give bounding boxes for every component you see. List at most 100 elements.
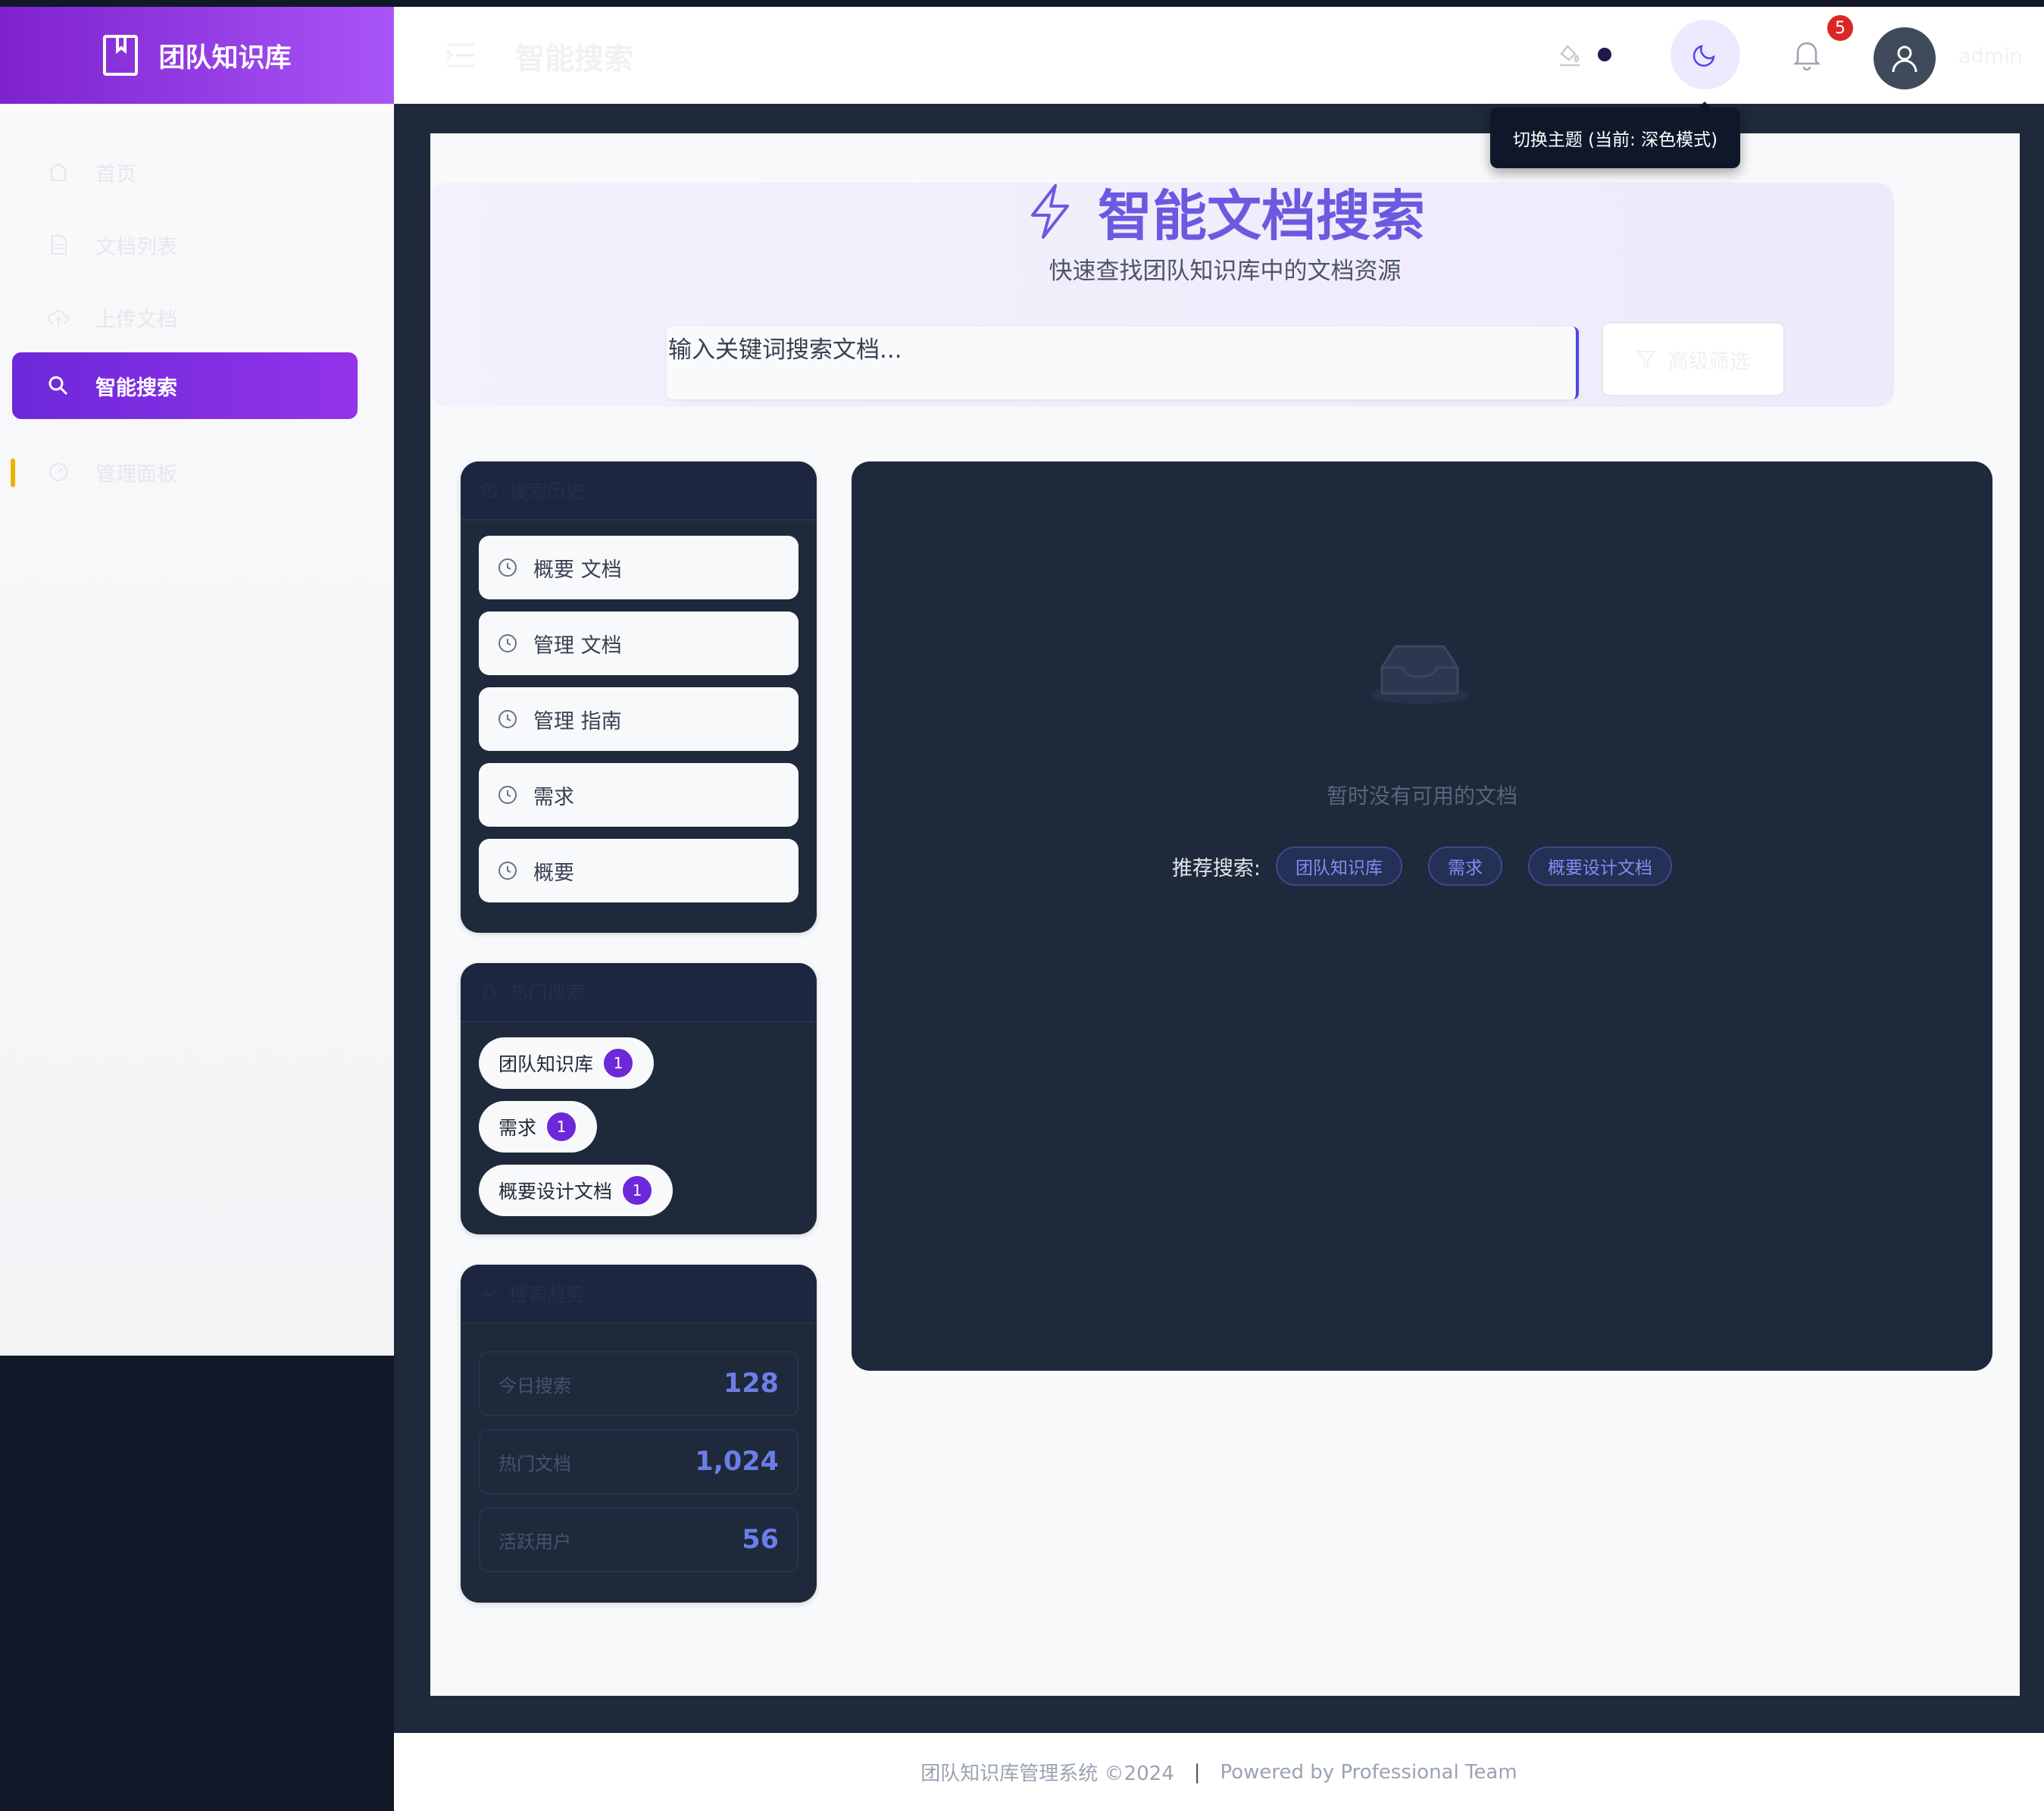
search-input[interactable] bbox=[667, 327, 1568, 399]
window-top-strip bbox=[0, 0, 2044, 7]
sidebar-item-label: 首页 bbox=[95, 162, 136, 186]
clock-icon bbox=[498, 710, 517, 728]
hot-search-label: 团队知识库 bbox=[498, 1053, 594, 1075]
footer-copyright: 团队知识库管理系统 ©2024 bbox=[920, 1763, 1174, 1785]
stat-value: 128 bbox=[723, 1368, 779, 1399]
trend-icon bbox=[481, 1288, 498, 1299]
panel-title: 搜索趋势 bbox=[509, 1284, 586, 1306]
history-label: 需求 bbox=[533, 785, 574, 809]
recommended-searches: 推荐搜索: 团队知识库 需求 概要设计文档 bbox=[852, 846, 1992, 886]
top-header: 智能搜索 5 admin bbox=[394, 7, 2044, 104]
history-icon bbox=[482, 483, 497, 498]
sidebar-item-label: 上传文档 bbox=[95, 308, 177, 332]
history-label: 概要 bbox=[533, 861, 574, 885]
stat-row: 热门文档 1,024 bbox=[479, 1429, 799, 1494]
search-icon bbox=[48, 376, 68, 396]
history-label: 概要 文档 bbox=[533, 558, 622, 582]
panel-title: 热门搜索 bbox=[509, 982, 586, 1004]
sidebar-item-home[interactable]: 首页 bbox=[12, 139, 358, 205]
history-item[interactable]: 需求 bbox=[479, 763, 799, 827]
menu-fold-icon[interactable] bbox=[445, 42, 476, 69]
theme-tooltip: 切换主题 (当前: 深色模式) bbox=[1490, 108, 1740, 168]
footer-powered: Powered by Professional Team bbox=[1220, 1760, 1517, 1784]
sidebar-item-label: 智能搜索 bbox=[95, 376, 177, 400]
hot-search-count: 1 bbox=[602, 1047, 635, 1079]
page-title: 智能搜索 bbox=[515, 42, 634, 77]
stat-label: 热门文档 bbox=[498, 1453, 571, 1475]
clock-icon bbox=[498, 862, 517, 880]
history-item[interactable]: 概要 文档 bbox=[479, 536, 799, 599]
theme-toggle-button[interactable] bbox=[1671, 20, 1740, 89]
hot-search-count: 1 bbox=[621, 1174, 654, 1206]
user-icon bbox=[1892, 45, 1917, 73]
recommend-tag[interactable]: 概要设计文档 bbox=[1528, 846, 1673, 886]
hot-search-tag[interactable]: 团队知识库 1 bbox=[479, 1037, 655, 1089]
hot-search-tag[interactable]: 需求 1 bbox=[479, 1101, 598, 1153]
empty-inbox-icon bbox=[1371, 645, 1468, 704]
lightning-icon bbox=[1030, 183, 1069, 239]
document-icon bbox=[52, 235, 67, 255]
sidebar: 团队知识库 首页 文档列表 上传文档 智能搜索 管理面板 bbox=[0, 7, 394, 1356]
paint-bucket-icon[interactable] bbox=[1557, 42, 1583, 67]
sidebar-item-search[interactable]: 智能搜索 bbox=[12, 352, 358, 419]
username[interactable]: admin bbox=[1958, 45, 2023, 68]
search-box bbox=[667, 327, 1579, 399]
brand-header[interactable]: 团队知识库 bbox=[0, 7, 394, 104]
empty-state-text: 暂时没有可用的文档 bbox=[1326, 784, 1517, 809]
hot-search-label: 需求 bbox=[498, 1117, 537, 1139]
theme-color-dot[interactable] bbox=[1598, 48, 1611, 61]
moon-icon bbox=[1692, 45, 1715, 67]
notification-badge: 5 bbox=[1826, 14, 1855, 42]
sidebar-item-label: 管理面板 bbox=[95, 462, 177, 486]
clock-icon bbox=[498, 786, 517, 804]
footer: 团队知识库管理系统 ©2024 | Powered by Professiona… bbox=[394, 1733, 2044, 1811]
book-icon bbox=[103, 35, 139, 76]
search-results-panel: 暂时没有可用的文档 推荐搜索: 团队知识库 需求 概要设计文档 bbox=[852, 461, 1992, 1371]
hero-title: 智能文档搜索 bbox=[430, 171, 2020, 251]
sidebar-item-admin[interactable]: 管理面板 bbox=[12, 439, 358, 505]
avatar[interactable] bbox=[1874, 27, 1936, 89]
sidebar-dark-area bbox=[0, 1356, 394, 1811]
clock-icon bbox=[498, 558, 517, 577]
sidebar-item-documents[interactable]: 文档列表 bbox=[12, 211, 358, 278]
hero-title-text: 智能文档搜索 bbox=[1097, 184, 1425, 248]
cloud-upload-icon bbox=[48, 310, 69, 326]
clock-icon bbox=[498, 634, 517, 652]
sidebar-item-label: 文档列表 bbox=[95, 235, 177, 259]
footer-separator: | bbox=[1193, 1760, 1201, 1784]
stat-row: 今日搜索 128 bbox=[479, 1351, 799, 1416]
stat-label: 活跃用户 bbox=[498, 1531, 571, 1553]
hot-search-label: 概要设计文档 bbox=[498, 1181, 613, 1203]
search-history-panel: 搜索历史 概要 文档 管理 文档 管理 指南 需求 概要 bbox=[461, 461, 817, 933]
stat-label: 今日搜索 bbox=[498, 1375, 571, 1397]
hot-search-tag[interactable]: 概要设计文档 1 bbox=[479, 1165, 674, 1216]
history-item[interactable]: 管理 文档 bbox=[479, 611, 799, 675]
bell-icon[interactable] bbox=[1792, 37, 1822, 70]
dashboard-icon bbox=[49, 463, 67, 481]
stat-row: 活跃用户 56 bbox=[479, 1507, 799, 1572]
panel-header: 热门搜索 bbox=[461, 963, 817, 1022]
app-title: 团队知识库 bbox=[158, 42, 292, 74]
hot-search-panel: 热门搜索 团队知识库 1 需求 1 概要设计文档 1 bbox=[461, 963, 817, 1234]
panel-header: 搜索历史 bbox=[461, 461, 817, 521]
advanced-filter-button[interactable]: 高级筛选 bbox=[1602, 322, 1785, 396]
panel-header: 搜索趋势 bbox=[461, 1265, 817, 1324]
history-item[interactable]: 概要 bbox=[479, 839, 799, 902]
fire-icon bbox=[483, 983, 496, 1001]
search-page: 智能文档搜索 快速查找团队知识库中的文档资源 高级筛选 搜索历史 概要 文档 管… bbox=[430, 133, 2020, 1696]
hot-search-count: 1 bbox=[545, 1111, 578, 1143]
advanced-filter-label: 高级筛选 bbox=[1668, 349, 1750, 374]
history-label: 管理 文档 bbox=[533, 633, 622, 658]
sidebar-item-upload[interactable]: 上传文档 bbox=[12, 284, 358, 351]
history-item[interactable]: 管理 指南 bbox=[479, 687, 799, 751]
hero-subtitle: 快速查找团队知识库中的文档资源 bbox=[1049, 258, 1402, 285]
stat-value: 56 bbox=[742, 1525, 779, 1555]
history-label: 管理 指南 bbox=[533, 709, 622, 733]
recommend-tag[interactable]: 需求 bbox=[1428, 846, 1503, 886]
stat-value: 1,024 bbox=[695, 1447, 779, 1477]
home-icon bbox=[48, 162, 68, 181]
panel-title: 搜索历史 bbox=[509, 480, 586, 502]
recommend-tag[interactable]: 团队知识库 bbox=[1276, 846, 1403, 886]
search-trend-panel: 搜索趋势 今日搜索 128 热门文档 1,024 活跃用户 56 bbox=[461, 1265, 817, 1603]
recommend-label: 推荐搜索: bbox=[1171, 856, 1261, 880]
